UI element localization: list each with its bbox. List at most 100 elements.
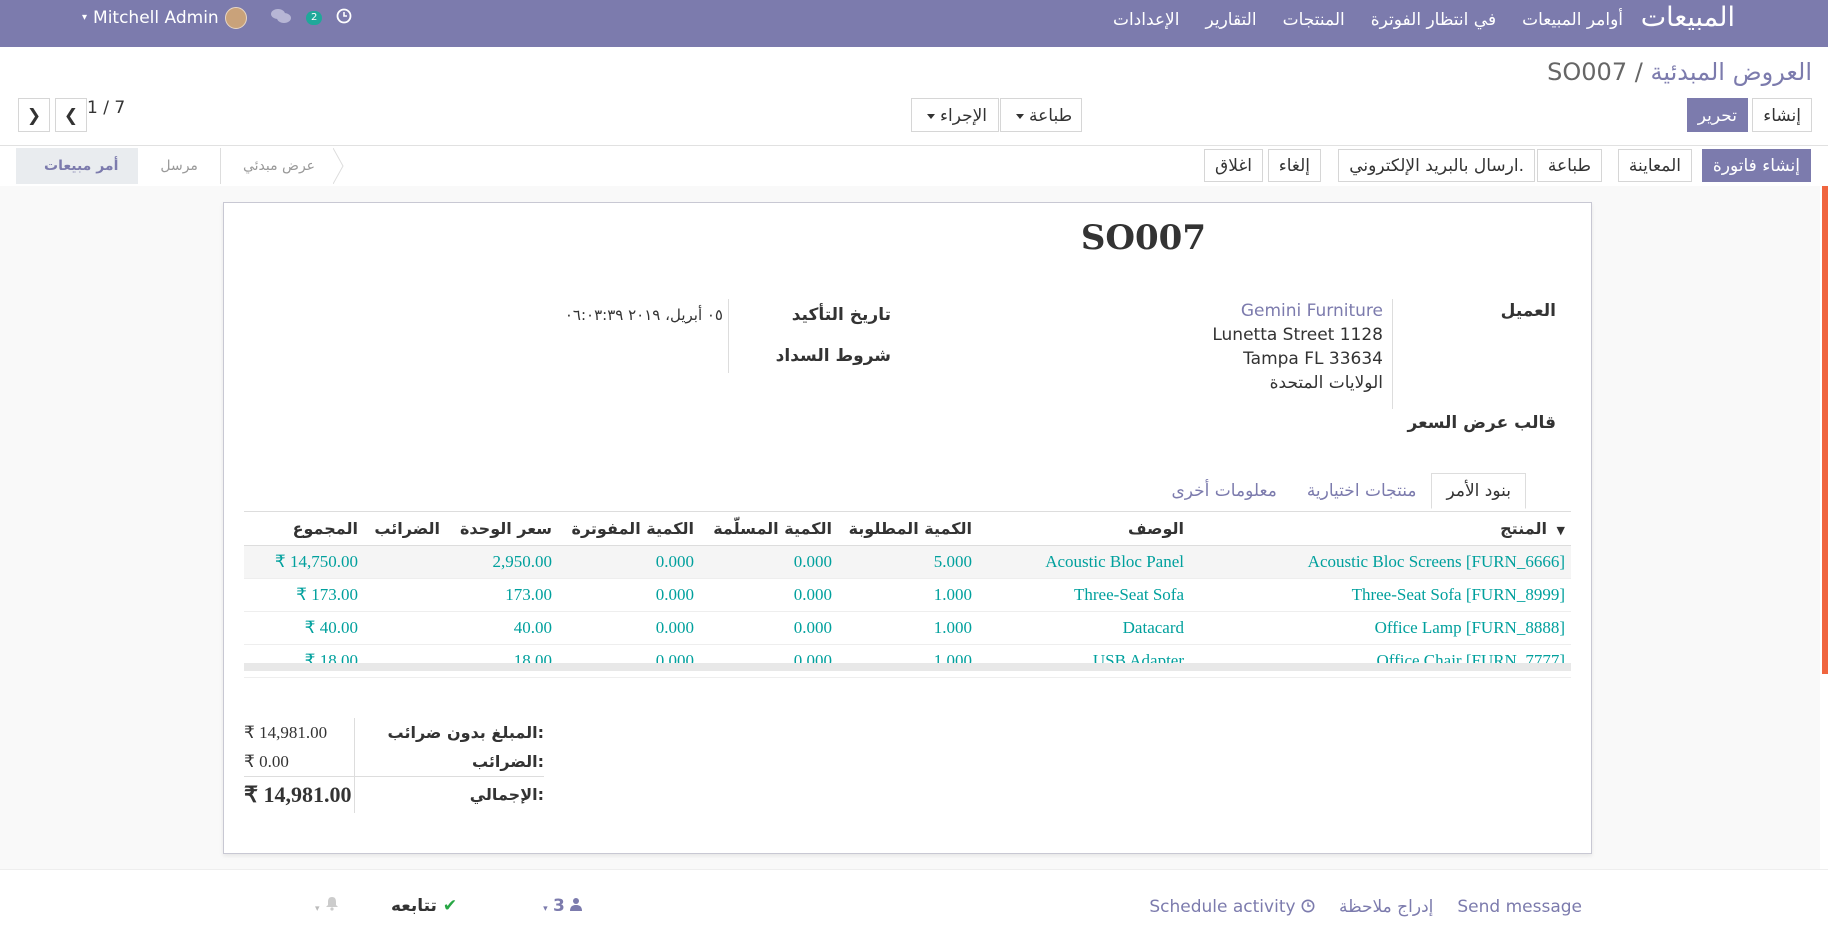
menu-item-sales-orders[interactable]: أوامر المبيعات bbox=[1522, 10, 1623, 30]
column-header-taxes[interactable]: الضرائب bbox=[364, 511, 446, 546]
line-qty-ordered: 1.000 bbox=[838, 578, 978, 612]
log-note-button[interactable]: إدراج ملاحظة bbox=[1339, 897, 1433, 917]
line-qty-ordered: 1.000 bbox=[838, 611, 978, 645]
menu-item-reporting[interactable]: التقارير bbox=[1205, 10, 1256, 30]
clock-icon[interactable] bbox=[336, 8, 352, 28]
avatar bbox=[224, 7, 247, 29]
print-button[interactable]: طباعة bbox=[1536, 149, 1602, 182]
customer-label: العميل bbox=[1500, 301, 1556, 321]
field-separator bbox=[728, 299, 729, 373]
breadcrumb-quotations[interactable]: العروض المبدئية bbox=[1650, 58, 1812, 86]
column-header-product-label: المنتج bbox=[1500, 519, 1547, 538]
check-icon: ✔ bbox=[442, 896, 458, 916]
tab-optional-products[interactable]: منتجات اختيارية bbox=[1292, 473, 1432, 509]
bell-icon[interactable]: ▾ bbox=[315, 896, 339, 916]
table-row[interactable]: ₹ 40.00 40.00 0.000 0.000 1.000 Datacard… bbox=[244, 611, 1571, 645]
confirmation-date-label: تاريخ التأكيد bbox=[791, 305, 891, 325]
table-row[interactable]: ₹ 14,750.00 2,950.00 0.000 0.000 5.000 A… bbox=[244, 545, 1571, 579]
line-taxes bbox=[364, 644, 446, 678]
follow-button[interactable]: تتابعه ✔ bbox=[391, 896, 457, 916]
line-unit-price: 2,950.00 bbox=[446, 545, 558, 579]
line-taxes bbox=[364, 578, 446, 612]
app-name[interactable]: المبيعات bbox=[1641, 0, 1735, 40]
send-message-button[interactable]: Send message bbox=[1457, 897, 1582, 917]
chevron-left-icon: ❮ bbox=[63, 106, 79, 126]
breadcrumb-current: SO007 bbox=[1547, 58, 1628, 86]
column-header-qty-delivered[interactable]: الكمية المسلّمة bbox=[700, 511, 838, 546]
address-line: Lunetta Street 1128 bbox=[1212, 325, 1383, 345]
pager-previous-button[interactable]: ❮ bbox=[55, 98, 87, 132]
total-label: الإجمالي: bbox=[469, 785, 544, 804]
untaxed-amount-row: ₹ 14,981.00 المبلغ بدون ضرائب: bbox=[244, 718, 544, 747]
top-navbar: المبيعات أوامر المبيعات في انتظار الفوتر… bbox=[0, 0, 1828, 47]
line-subtotal: ₹ 173.00 bbox=[244, 578, 364, 612]
tab-other-info[interactable]: معلومات أخرى bbox=[1156, 473, 1291, 509]
send-by-email-button[interactable]: ارسال بالبريد الإلكتروني. bbox=[1338, 149, 1535, 182]
chevron-right-icon: ❯ bbox=[26, 106, 42, 126]
column-header-description[interactable]: الوصف bbox=[978, 511, 1190, 546]
column-header-qty-invoiced[interactable]: الكمية المفوترة bbox=[558, 511, 700, 546]
field-separator bbox=[1392, 299, 1393, 409]
menu-item-products[interactable]: المنتجات bbox=[1283, 10, 1345, 30]
chevron-down-icon: ▾ bbox=[543, 904, 548, 914]
tab-order-lines[interactable]: بنود الأمر bbox=[1431, 473, 1526, 509]
create-invoice-button[interactable]: إنشاء فاتورة bbox=[1701, 149, 1811, 182]
followers-count: 3 bbox=[553, 896, 565, 916]
followers-button[interactable]: ▾ 3 bbox=[543, 896, 583, 916]
total-row: ₹ 14,981.00 الإجمالي: bbox=[244, 776, 544, 813]
line-subtotal: ₹ 14,750.00 bbox=[244, 545, 364, 579]
scrollbar[interactable] bbox=[1822, 186, 1828, 674]
line-product: Three-Seat Sofa [FURN_8999] bbox=[1190, 578, 1571, 612]
customer-name[interactable]: Gemini Furniture bbox=[1212, 299, 1383, 323]
pager-next-button[interactable]: ❯ bbox=[18, 98, 50, 132]
chevron-down-icon: ▾ bbox=[315, 904, 320, 914]
menu-item-configuration[interactable]: الإعدادات bbox=[1113, 10, 1180, 30]
column-header-product[interactable]: المنتج ▼ bbox=[1190, 511, 1571, 546]
address-line: Tampa FL 33634 bbox=[1243, 349, 1383, 369]
untaxed-amount-value: ₹ 14,981.00 bbox=[244, 723, 328, 742]
action-dropdown[interactable]: الإجراء bbox=[911, 98, 999, 132]
table-row[interactable]: ₹ 173.00 173.00 0.000 0.000 1.000 Three-… bbox=[244, 578, 1571, 612]
main-menu: أوامر المبيعات في انتظار الفوترة المنتجا… bbox=[1113, 0, 1623, 40]
order-totals: ₹ 14,981.00 المبلغ بدون ضرائب: ₹ 0.00 ال… bbox=[244, 718, 544, 813]
lock-button[interactable]: اغلاق bbox=[1204, 149, 1263, 182]
cancel-button[interactable]: إلغاء bbox=[1267, 149, 1321, 182]
column-header-subtotal[interactable]: المجموع bbox=[244, 511, 364, 546]
print-dropdown[interactable]: طباعة bbox=[1000, 98, 1082, 132]
preview-button[interactable]: المعاينة bbox=[1617, 149, 1692, 182]
chatter-follow: ▾ تتابعه ✔ ▾ 3 bbox=[315, 896, 583, 916]
print-dropdown-label: طباعة bbox=[1029, 106, 1073, 126]
edit-button[interactable]: تحرير bbox=[1686, 98, 1748, 132]
address-line: الولايات المتحدة bbox=[1269, 373, 1383, 393]
action-dropdown-label: الإجراء bbox=[940, 106, 988, 126]
pager-value[interactable]: 1 / 7 bbox=[87, 98, 125, 118]
breadcrumb: العروض المبدئية / SO007 bbox=[1547, 58, 1812, 86]
menu-item-to-invoice[interactable]: في انتظار الفوترة bbox=[1371, 10, 1496, 30]
messages-badge: 2 bbox=[306, 11, 323, 25]
breadcrumb-separator: / bbox=[1634, 58, 1643, 86]
user-menu[interactable]: ▾ Mitchell Admin bbox=[82, 0, 247, 36]
line-qty-delivered: 0.000 bbox=[700, 644, 838, 678]
chatter-actions: Send message إدراج ملاحظة Schedule activ… bbox=[1149, 897, 1582, 917]
line-subtotal: ₹ 40.00 bbox=[244, 611, 364, 645]
taxes-row: ₹ 0.00 الضرائب: bbox=[244, 747, 544, 776]
stage-sent[interactable]: مرسل bbox=[138, 148, 221, 184]
order-name: SO007 bbox=[1080, 218, 1206, 258]
chat-icon[interactable] bbox=[270, 8, 292, 28]
column-header-unit-price[interactable]: سعر الوحدة bbox=[446, 511, 558, 546]
stage-quotation[interactable]: عرض مبدئي bbox=[221, 148, 337, 184]
create-button[interactable]: إنشاء bbox=[1752, 98, 1812, 132]
customer-address: Gemini Furniture Lunetta Street 1128 Tam… bbox=[1212, 299, 1383, 395]
stage-sales-order[interactable]: أمر مبيعات bbox=[16, 148, 139, 184]
column-header-qty-ordered[interactable]: الكمية المطلوبة bbox=[838, 511, 978, 546]
table-row[interactable]: ₹ 18.00 18.00 0.000 0.000 1.000 USB Adap… bbox=[244, 644, 1571, 678]
line-description: Acoustic Bloc Panel bbox=[978, 545, 1190, 579]
untaxed-amount-label: المبلغ بدون ضرائب: bbox=[387, 723, 544, 742]
user-name: Mitchell Admin bbox=[93, 8, 219, 28]
line-subtotal: ₹ 18.00 bbox=[244, 644, 364, 678]
confirmation-date-value[interactable]: ٠٥ أبريل، ٢٠١٩ ٠٦:٠٣:٣٩ bbox=[565, 306, 723, 324]
line-qty-ordered: 5.000 bbox=[838, 545, 978, 579]
line-unit-price: 18.00 bbox=[446, 644, 558, 678]
line-qty-delivered: 0.000 bbox=[700, 611, 838, 645]
schedule-activity-button[interactable]: Schedule activity bbox=[1149, 897, 1315, 917]
